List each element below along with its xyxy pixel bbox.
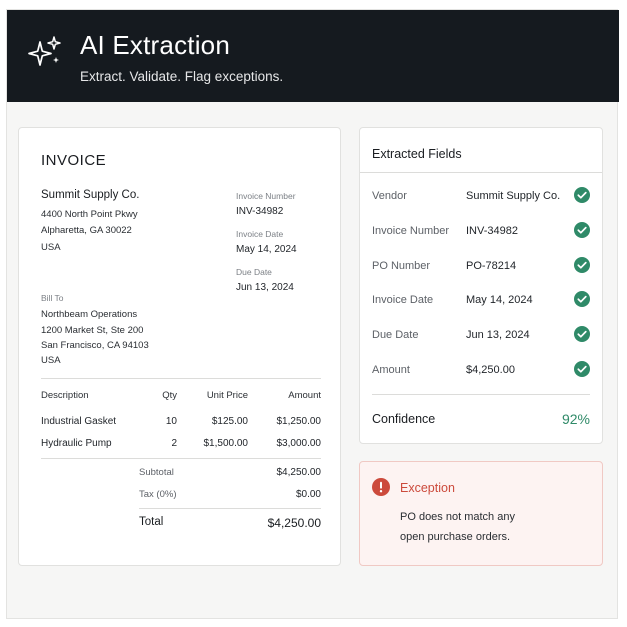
invoice-date-value: May 14, 2024: [236, 244, 297, 255]
vendor-address-line2: Alpharetta, GA 30022: [41, 225, 132, 236]
sparkles-icon: [28, 36, 61, 66]
field-label: Invoice Date: [372, 294, 434, 306]
check-circle-icon: [574, 361, 590, 377]
total-label: Total: [139, 516, 164, 528]
check-circle-icon: [574, 222, 590, 238]
line-item-unit-price: $125.00: [211, 416, 248, 427]
field-label: PO Number: [372, 260, 431, 272]
col-header-description: Description: [41, 390, 89, 401]
subtotal-value: $4,250.00: [276, 467, 322, 478]
line-item-unit-price: $1,500.00: [203, 438, 249, 449]
field-label: Due Date: [372, 329, 419, 341]
divider: [41, 458, 321, 459]
line-item-amount: $3,000.00: [276, 438, 322, 449]
line-item-qty: 2: [171, 438, 177, 449]
field-value: Summit Supply Co.: [466, 190, 561, 202]
alert-circle-icon: [372, 478, 390, 496]
field-value: Jun 13, 2024: [466, 329, 530, 341]
vendor-address-line1: 4400 North Point Pkwy: [41, 209, 138, 220]
extracted-fields-title: Extracted Fields: [372, 147, 462, 161]
confidence-label: Confidence: [372, 412, 436, 426]
col-header-amount: Amount: [288, 390, 321, 401]
line-item-qty: 10: [165, 416, 177, 427]
exception-message-line2: open purchase orders.: [400, 531, 511, 543]
field-label: Amount: [372, 364, 410, 376]
app-frame: AI Extraction Extract. Validate. Flag ex…: [6, 9, 619, 619]
extracted-fields-panel: Extracted Fields Vendor Summit Supply Co…: [359, 127, 603, 444]
invoice-number-label: Invoice Number: [236, 191, 296, 201]
invoice-date-label: Invoice Date: [236, 229, 284, 239]
invoice-document: INVOICE Summit Supply Co. 4400 North Poi…: [18, 127, 341, 566]
line-item-amount: $1,250.00: [276, 416, 322, 427]
divider: [41, 378, 321, 379]
exception-title: Exception: [400, 481, 455, 495]
check-circle-icon: [574, 291, 590, 307]
field-value: INV-34982: [466, 225, 518, 237]
check-circle-icon: [574, 187, 590, 203]
line-item-description: Hydraulic Pump: [41, 438, 112, 449]
subtotal-label: Subtotal: [139, 467, 174, 478]
check-circle-icon: [574, 257, 590, 273]
col-header-unit-price: Unit Price: [206, 390, 248, 401]
field-value: May 14, 2024: [466, 294, 533, 306]
app-title: AI Extraction: [80, 30, 230, 60]
field-label: Invoice Number: [372, 225, 450, 237]
bill-to-country: USA: [41, 355, 61, 366]
tax-label: Tax (0%): [139, 489, 177, 500]
vendor-country: USA: [41, 242, 61, 253]
due-date-value: Jun 13, 2024: [236, 282, 294, 293]
app-header: AI Extraction Extract. Validate. Flag ex…: [7, 10, 619, 102]
bill-to-label: Bill To: [41, 293, 64, 303]
vendor-name: Summit Supply Co.: [41, 189, 140, 201]
field-label: Vendor: [372, 190, 407, 202]
due-date-label: Due Date: [236, 267, 272, 277]
divider: [360, 172, 602, 173]
bill-to-address-line2: San Francisco, CA 94103: [41, 340, 149, 351]
total-value: $4,250.00: [267, 516, 321, 530]
field-value: $4,250.00: [466, 364, 515, 376]
field-value: PO-78214: [466, 260, 517, 272]
exception-alert: Exception PO does not match any open pur…: [359, 461, 603, 566]
divider: [139, 508, 321, 509]
exception-message-line1: PO does not match any: [400, 511, 515, 523]
bill-to-address-line1: 1200 Market St, Ste 200: [41, 325, 144, 336]
confidence-value: 92%: [561, 411, 590, 427]
divider: [372, 394, 590, 395]
check-circle-icon: [574, 326, 590, 342]
tax-value: $0.00: [295, 489, 321, 500]
col-header-qty: Qty: [162, 390, 177, 401]
app-subtitle: Extract. Validate. Flag exceptions.: [80, 69, 284, 84]
invoice-number-value: INV-34982: [236, 206, 284, 217]
invoice-heading: INVOICE: [41, 152, 107, 169]
bill-to-name: Northbeam Operations: [41, 309, 138, 320]
line-item-description: Industrial Gasket: [41, 416, 117, 427]
